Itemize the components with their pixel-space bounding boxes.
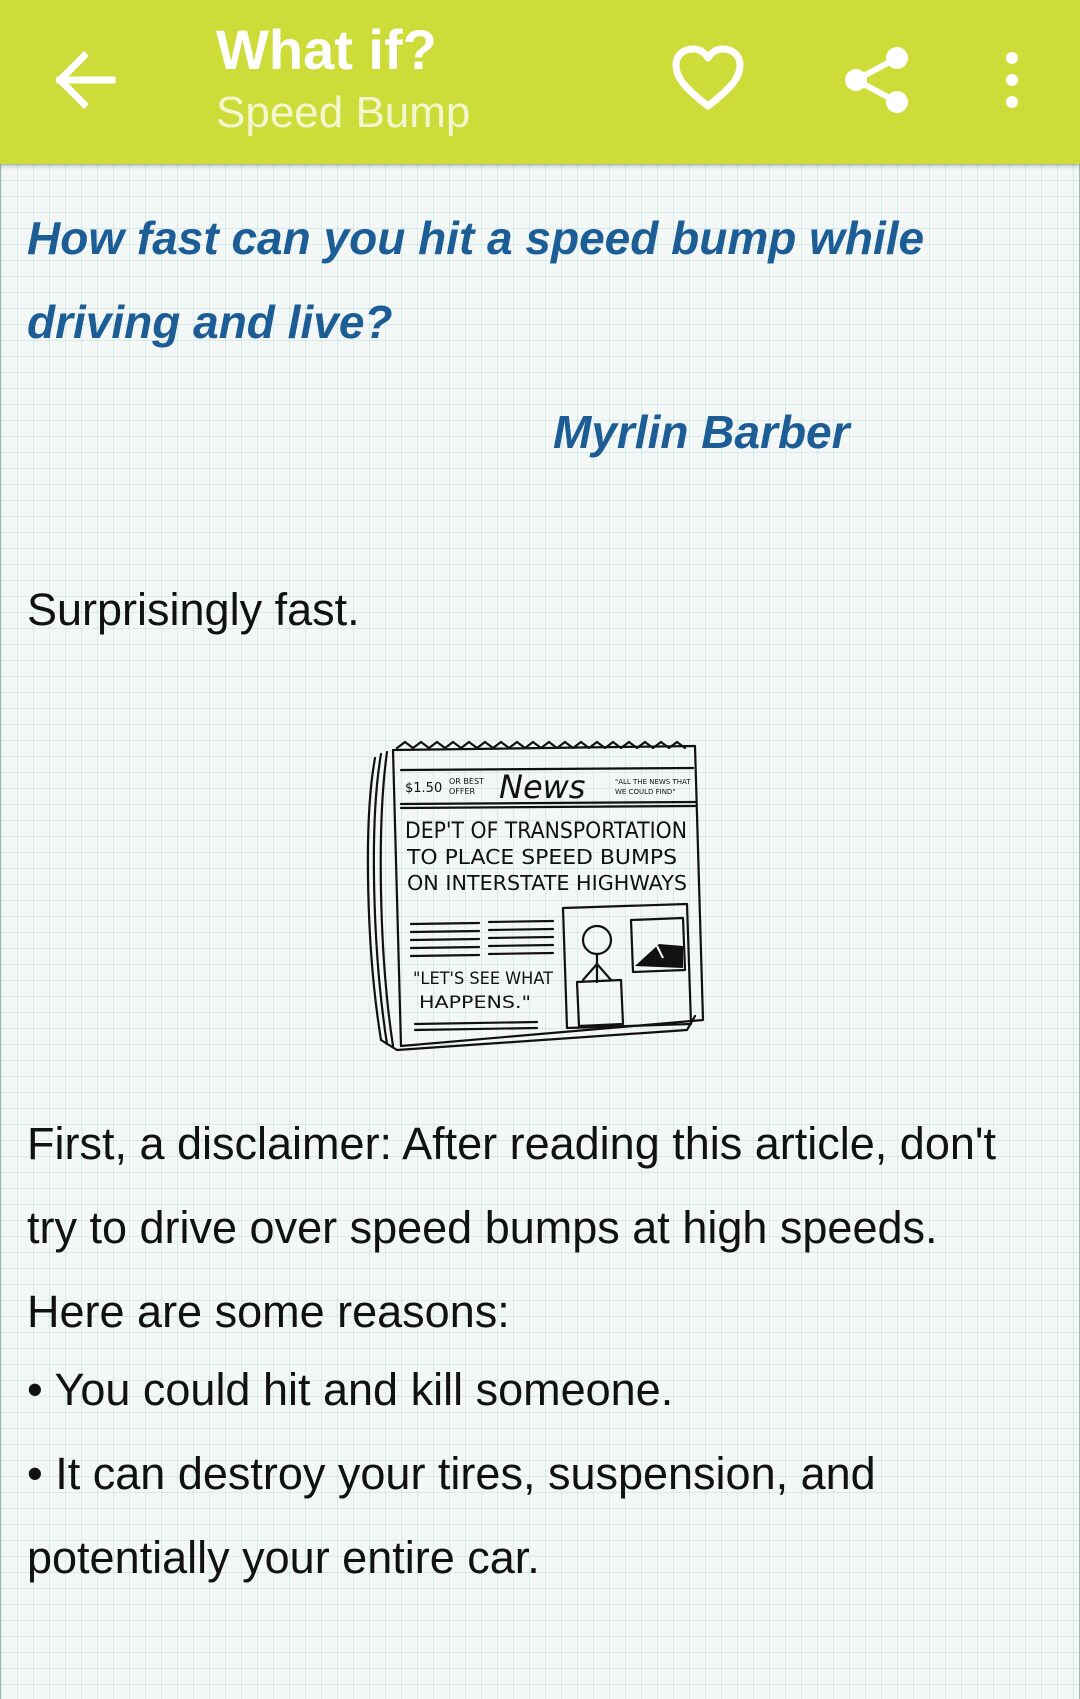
- comic-headline-2: TO PLACE SPEED BUMPS: [406, 845, 677, 869]
- arrow-back-icon: [55, 51, 116, 109]
- comic-quote-1: "LET'S SEE WHAT: [413, 969, 554, 989]
- article-subtitle: Speed Bump: [216, 88, 471, 137]
- comic-price-note-1: OR BEST: [449, 777, 484, 786]
- article-content[interactable]: How fast can you hit a speed bump while …: [0, 164, 1080, 1699]
- heart-outline-icon: [672, 45, 744, 110]
- reason-item: • It can destroy your tires, suspension,…: [27, 1448, 876, 1583]
- comic-tagline-2: WE COULD FIND": [615, 788, 676, 796]
- comic-headline-1: DEP'T OF TRANSPORTATION: [405, 819, 687, 844]
- answer-intro: Surprisingly fast.: [27, 584, 360, 635]
- comic-price: $1.50: [405, 781, 442, 796]
- more-vertical-icon: [1006, 52, 1018, 108]
- newspaper-comic: $1.50 OR BEST OFFER News "ALL THE NEWS T…: [366, 740, 705, 1052]
- question-heading: How fast can you hit a speed bump while …: [27, 212, 925, 348]
- overflow-menu-button[interactable]: [992, 46, 1032, 114]
- title-group: What if? Speed Bump: [216, 14, 470, 140]
- comic-tagline-1: "ALL THE NEWS THAT: [615, 778, 691, 786]
- reason-item: • You could hit and kill someone.: [27, 1364, 674, 1415]
- favorite-button[interactable]: [670, 44, 746, 114]
- comic-masthead: News: [499, 768, 585, 806]
- share-icon: [845, 47, 908, 113]
- comic-price-note-2: OFFER: [449, 787, 476, 796]
- comic-quote-2: HAPPENS.": [419, 993, 531, 1013]
- app-bar: What if? Speed Bump: [0, 0, 1080, 164]
- question-author: Myrlin Barber: [553, 406, 850, 458]
- back-button[interactable]: [50, 48, 120, 112]
- share-button[interactable]: [842, 44, 912, 116]
- comic-headline-3: ON INTERSTATE HIGHWAYS: [407, 871, 687, 895]
- disclaimer-paragraph: First, a disclaimer: After reading this …: [27, 1118, 996, 1337]
- app-title: What if?: [216, 18, 437, 81]
